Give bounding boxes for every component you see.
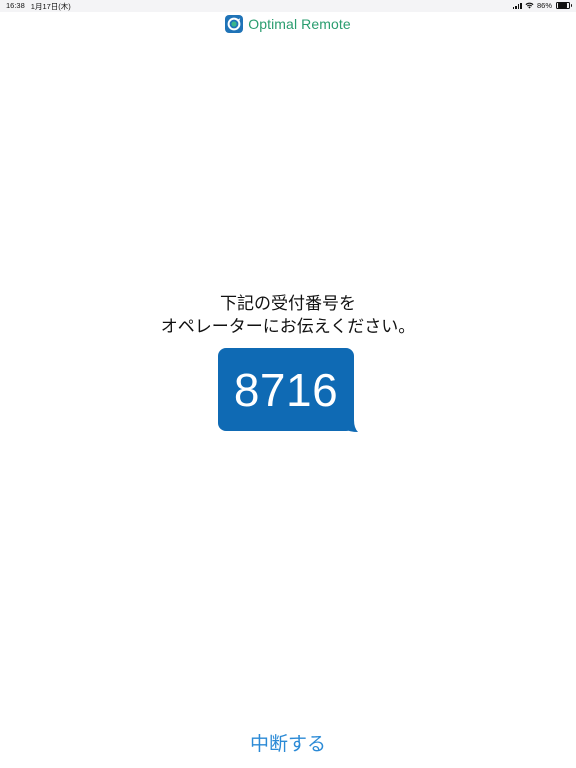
cancel-button[interactable]: 中断する — [0, 729, 576, 756]
reception-number-bubble: 8716 — [218, 348, 354, 431]
app-header: Optimal Remote — [0, 15, 576, 33]
instruction-line-1: 下記の受付番号を — [220, 294, 356, 314]
battery-level — [557, 3, 567, 8]
reception-number: 8716 — [233, 363, 339, 416]
battery-tip — [570, 3, 572, 7]
battery-percent: 86% — [536, 1, 552, 10]
status-bar: 16:38 1月17日(木) 86% — [0, 0, 576, 12]
status-right: 86% — [512, 1, 572, 10]
status-time: 16:38 — [6, 1, 25, 10]
wifi-icon — [525, 2, 534, 9]
app-name: Optimal Remote — [248, 16, 351, 32]
battery-icon — [556, 1, 572, 10]
cellular-signal-icon — [512, 2, 522, 9]
bubble-tail — [344, 420, 358, 432]
instruction-line-2: オペレーターにお伝えください。 — [160, 317, 416, 337]
status-date: 1月17日(木) — [30, 2, 71, 11]
optimal-remote-logo-icon — [225, 15, 244, 33]
instruction-text: 下記の受付番号を オペレーターにお伝えください。 — [0, 293, 576, 339]
status-left: 16:38 1月17日(木) — [6, 1, 71, 12]
